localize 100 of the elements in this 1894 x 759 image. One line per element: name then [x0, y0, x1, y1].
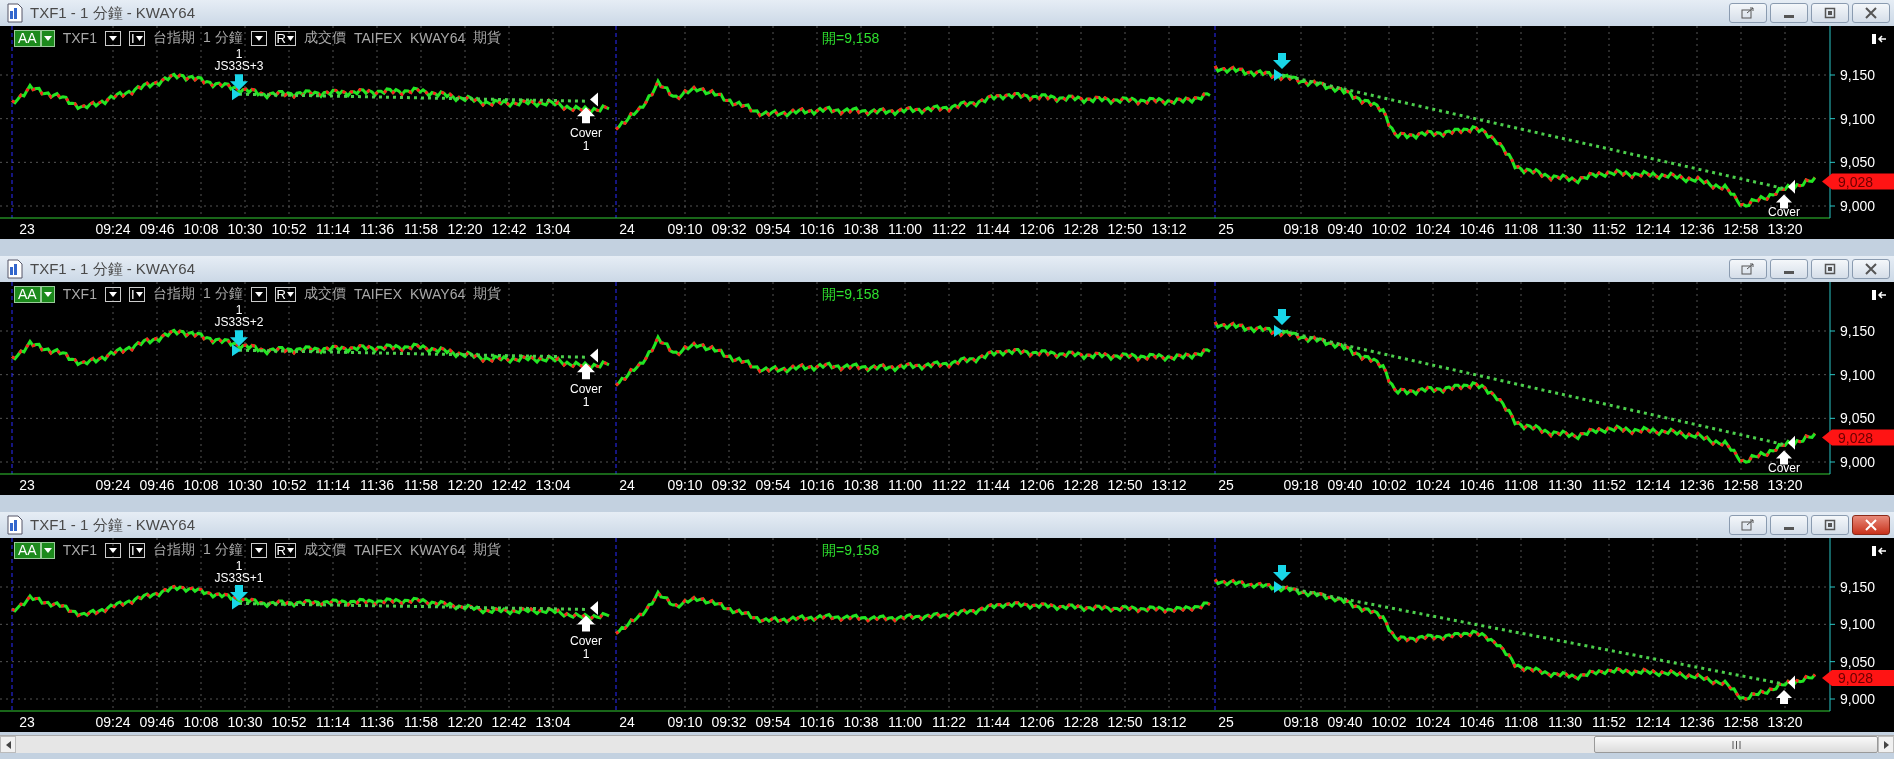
panel-toggle-icon[interactable] — [1872, 34, 1887, 44]
account-label: KWAY64 — [409, 286, 466, 302]
scroll-thumb[interactable] — [1594, 736, 1878, 753]
interval-label: 1 分鐘 — [202, 541, 243, 559]
maximize-button[interactable] — [1811, 259, 1849, 279]
triangle-icon — [1788, 435, 1795, 450]
grip-icon — [1731, 740, 1741, 749]
indicator-button[interactable]: I — [128, 30, 145, 46]
time-axis-label: 11:00 — [888, 477, 922, 493]
time-axis-label: 09:24 — [95, 221, 131, 237]
triangle-icon — [590, 92, 598, 107]
date-axis-label: 25 — [1218, 221, 1234, 237]
caret-icon — [135, 547, 143, 553]
symbol-label: TXF1 — [62, 542, 97, 558]
up-arrow-icon — [1776, 690, 1792, 705]
time-axis-label: 12:58 — [1723, 477, 1759, 493]
triangle-icon — [1788, 675, 1795, 690]
date-axis-label: 24 — [619, 221, 635, 237]
time-axis-label: 10:38 — [843, 714, 879, 730]
minimize-button[interactable] — [1770, 259, 1808, 279]
time-axis-label: 11:58 — [404, 221, 438, 237]
time-axis-label: 12:58 — [1723, 714, 1759, 730]
minimize-button[interactable] — [1770, 3, 1808, 23]
time-axis-label: 12:28 — [1063, 221, 1099, 237]
close-button[interactable] — [1852, 3, 1890, 23]
r-button[interactable]: R — [274, 30, 296, 46]
panel-toggle-icon[interactable] — [1872, 290, 1887, 300]
symbol-dropdown[interactable] — [104, 286, 121, 302]
time-axis-label: 09:10 — [667, 714, 703, 730]
maximize-button[interactable] — [1811, 3, 1849, 23]
up-arrow-icon — [577, 615, 595, 632]
time-axis-label: 12:20 — [447, 714, 483, 730]
time-axis-label: 10:16 — [799, 221, 835, 237]
symbol-label: TXF1 — [62, 30, 97, 46]
time-axis-label: 11:00 — [888, 221, 922, 237]
time-axis-label: 12:20 — [447, 221, 483, 237]
time-axis-label: 12:50 — [1107, 714, 1143, 730]
interval-dropdown[interactable] — [250, 30, 267, 46]
interval-dropdown[interactable] — [250, 542, 267, 558]
indicator-button[interactable]: I — [128, 286, 145, 302]
triangle-icon — [1274, 581, 1283, 593]
time-axis-label: 11:52 — [1592, 714, 1626, 730]
time-axis-label: 09:24 — [95, 477, 131, 493]
time-axis-label: 10:38 — [843, 477, 879, 493]
time-axis-label: 09:40 — [1327, 477, 1363, 493]
interval-label: 1 分鐘 — [202, 285, 243, 303]
caret-icon — [43, 291, 52, 297]
price-axis-label: 9,000 — [1840, 691, 1876, 707]
panel-toggle-icon[interactable] — [1872, 546, 1887, 556]
date-axis-label: 25 — [1218, 714, 1234, 730]
time-axis-label: 12:06 — [1019, 714, 1055, 730]
time-axis-label: 11:14 — [316, 221, 350, 237]
time-axis-label: 12:06 — [1019, 477, 1055, 493]
time-axis-label: 10:08 — [183, 221, 219, 237]
price-type-label: 成交價 — [304, 29, 346, 47]
triangle-icon — [1788, 179, 1795, 194]
scroll-right-button[interactable] — [1878, 736, 1894, 753]
maximize-icon — [1824, 519, 1836, 531]
open-price-label: 開=9,158 — [822, 30, 880, 48]
time-axis-label: 11:30 — [1548, 477, 1582, 493]
time-axis-label: 12:50 — [1107, 477, 1143, 493]
time-axis-label: 12:28 — [1063, 714, 1099, 730]
time-axis-label: 12:36 — [1679, 477, 1715, 493]
time-axis-label: 10:52 — [271, 221, 307, 237]
horizontal-scrollbar[interactable] — [0, 735, 1894, 753]
minimize-button[interactable] — [1770, 515, 1808, 535]
close-button[interactable] — [1852, 515, 1890, 535]
style-button[interactable]: AA — [14, 541, 41, 559]
time-axis-label: 11:08 — [1504, 221, 1538, 237]
symbol-dropdown[interactable] — [104, 542, 121, 558]
up-arrow-icon — [1776, 194, 1792, 209]
time-axis-label: 11:36 — [360, 714, 394, 730]
close-icon — [1865, 263, 1877, 275]
time-axis-label: 11:58 — [404, 714, 438, 730]
interval-dropdown[interactable] — [250, 286, 267, 302]
time-axis-label: 09:40 — [1327, 714, 1363, 730]
exit-signal-label: Cover — [570, 634, 602, 649]
entry-signal-label: JS33S+1 — [214, 571, 264, 585]
symbol-dropdown[interactable] — [104, 30, 121, 46]
exit-signal-label: Cover — [570, 382, 602, 397]
r-button[interactable]: R — [274, 542, 296, 558]
indicator-button[interactable]: I — [128, 542, 145, 558]
price-axis-label: 9,150 — [1840, 67, 1876, 83]
time-axis-label: 09:18 — [1283, 714, 1319, 730]
maximize-button[interactable] — [1811, 515, 1849, 535]
r-button[interactable]: R — [274, 286, 296, 302]
style-button[interactable]: AA — [14, 285, 41, 303]
style-button[interactable]: AA — [14, 29, 41, 47]
time-axis-label: 10:16 — [799, 477, 835, 493]
scroll-left-button[interactable] — [0, 736, 16, 753]
time-axis-label: 10:08 — [183, 714, 219, 730]
time-axis-label: 10:30 — [227, 477, 263, 493]
time-axis-label: 12:06 — [1019, 221, 1055, 237]
entry-signal-label: JS33S+2 — [214, 315, 264, 329]
close-button[interactable] — [1852, 259, 1890, 279]
market-label: 台指期 — [152, 29, 195, 47]
price-axis-label: 9,000 — [1840, 454, 1876, 470]
trade-count: 1 — [582, 139, 590, 154]
time-axis-label: 12:42 — [491, 221, 527, 237]
triangle-icon — [1274, 325, 1283, 337]
